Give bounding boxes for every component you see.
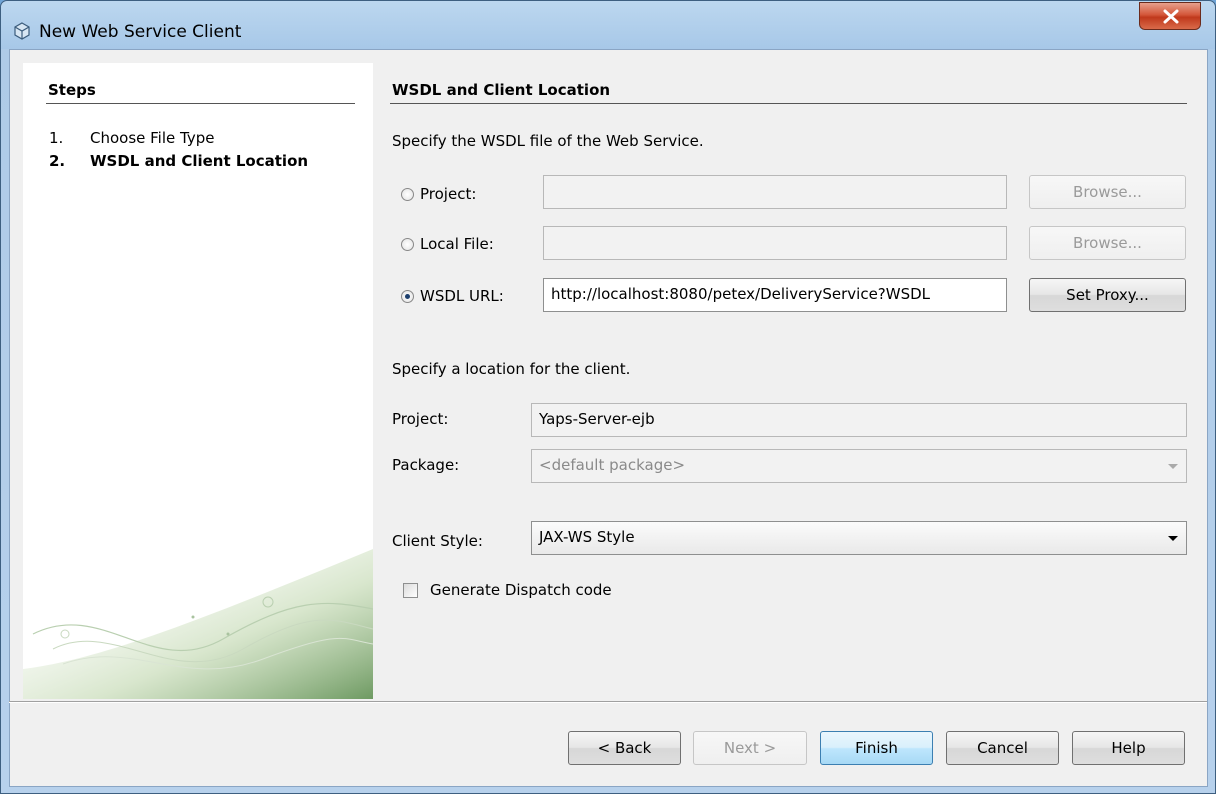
close-button[interactable] — [1139, 2, 1201, 30]
chevron-down-icon — [1168, 464, 1178, 469]
steps-title: Steps — [48, 81, 96, 99]
project-browse-button[interactable]: Browse... — [1029, 175, 1186, 209]
package-label: Package: — [392, 456, 460, 474]
client-style-value: JAX-WS Style — [539, 528, 635, 546]
chevron-down-icon — [1168, 536, 1178, 541]
help-button[interactable]: Help — [1072, 731, 1185, 765]
step-label: Choose File Type — [90, 129, 215, 147]
radio-button[interactable] — [401, 237, 414, 251]
set-proxy-button[interactable]: Set Proxy... — [1029, 278, 1186, 312]
panel-title: WSDL and Client Location — [392, 81, 611, 99]
step-label: WSDL and Client Location — [90, 152, 309, 170]
step-number: 1. — [49, 129, 64, 147]
project-path-field[interactable] — [543, 175, 1007, 209]
steps-divider — [46, 103, 355, 104]
location-instruction: Specify a location for the client. — [392, 360, 631, 378]
footer-divider-highlight — [9, 702, 1207, 703]
project-label: Project: — [392, 410, 449, 428]
dialog-window: New Web Service Client Steps 1. Choose Fi… — [0, 0, 1216, 794]
wsdl-url-radio-label: WSDL URL: — [420, 287, 504, 305]
decorative-swoosh-graphic — [23, 549, 373, 699]
wsdl-url-radio[interactable]: WSDL URL: — [401, 287, 504, 305]
next-button[interactable]: Next > — [693, 731, 807, 765]
cancel-button[interactable]: Cancel — [946, 731, 1059, 765]
project-radio-label: Project: — [420, 185, 477, 203]
package-value: <default package> — [539, 456, 686, 474]
wsdl-instruction: Specify the WSDL file of the Web Service… — [392, 132, 704, 150]
window-title: New Web Service Client — [39, 22, 242, 42]
netbeans-cube-icon — [14, 22, 30, 40]
project-field: Yaps-Server-ejb — [531, 403, 1187, 437]
generate-dispatch-checkbox[interactable] — [403, 583, 418, 598]
package-combo[interactable]: <default package> — [531, 449, 1187, 483]
title-bar[interactable]: New Web Service Client — [1, 1, 1215, 49]
wsdl-url-input[interactable]: http://localhost:8080/petex/DeliveryServ… — [543, 278, 1007, 312]
panel-divider — [390, 103, 1187, 104]
local-file-browse-button[interactable]: Browse... — [1029, 226, 1186, 260]
finish-button[interactable]: Finish — [820, 731, 933, 765]
local-file-path-field[interactable] — [543, 226, 1007, 260]
main-panel: WSDL and Client Location Specify the WSD… — [373, 63, 1195, 699]
steps-panel: Steps 1. Choose File Type 2. WSDL and Clie… — [23, 63, 373, 699]
back-button[interactable]: < Back — [568, 731, 681, 765]
client-style-combo[interactable]: JAX-WS Style — [531, 521, 1187, 555]
client-style-label: Client Style: — [392, 532, 483, 550]
local-file-radio[interactable]: Local File: — [401, 235, 494, 253]
local-file-radio-label: Local File: — [420, 235, 494, 253]
radio-button-selected[interactable] — [401, 289, 414, 303]
close-icon — [1163, 9, 1179, 24]
step-item-wsdl-location: 2. WSDL and Client Location — [49, 152, 308, 170]
radio-button[interactable] — [401, 187, 414, 201]
project-radio[interactable]: Project: — [401, 185, 476, 203]
step-item-choose-file-type: 1. Choose File Type — [49, 129, 214, 147]
generate-dispatch-label: Generate Dispatch code — [430, 581, 612, 599]
step-number: 2. — [49, 152, 66, 170]
